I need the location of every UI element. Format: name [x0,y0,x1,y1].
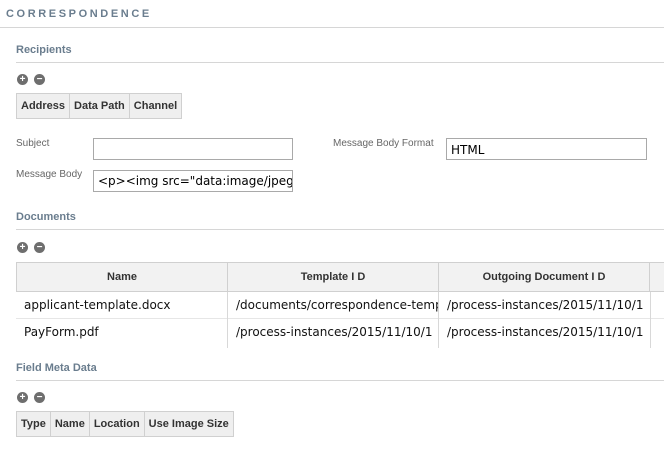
remove-recipient-button[interactable]: − [34,74,45,85]
minus-icon: − [36,74,43,85]
column-divider [438,292,439,348]
add-field-meta-button[interactable]: + [17,392,28,403]
recipients-col-data-path[interactable]: Data Path [69,93,130,119]
template-id-cell[interactable]: /documents/correspondence-temp [228,292,439,318]
field-meta-header-row: Type Name Location Use Image Size [16,411,234,437]
documents-divider [16,229,664,230]
message-body-input[interactable]: <p><img src="data:image/jpeg;l [93,170,293,192]
document-name-cell[interactable]: applicant-template.docx [16,292,228,318]
documents-section-title: Documents [16,211,76,223]
plus-icon: + [19,74,26,85]
documents-header-row: Name Template I D Outgoing Document I D [16,262,664,292]
table-row[interactable]: PayForm.pdf /process-instances/2015/11/1… [16,319,664,345]
field-meta-col-type[interactable]: Type [16,411,51,437]
plus-icon: + [19,392,26,403]
field-meta-section-title: Field Meta Data [16,362,97,374]
recipients-header-row: Address Data Path Channel [15,93,183,119]
minus-icon: − [36,392,43,403]
minus-icon: − [36,242,43,253]
documents-col-name[interactable]: Name [16,263,228,291]
template-id-cell[interactable]: /process-instances/2015/11/10/11 [228,319,432,345]
message-body-label: Message Body [16,169,83,180]
column-divider [650,292,651,348]
field-meta-table: Type Name Location Use Image Size [16,411,234,437]
documents-col-outgoing-document-id[interactable]: Outgoing Document I D [439,263,650,291]
subject-input[interactable] [93,138,293,160]
message-body-format-label: Message Body Format [333,138,434,149]
recipients-col-channel[interactable]: Channel [128,93,183,119]
message-body-format-input[interactable]: HTML [446,138,647,160]
outgoing-document-id-cell[interactable]: /process-instances/2015/11/10/11 [439,292,643,318]
documents-col-template-id[interactable]: Template I D [228,263,439,291]
recipients-section-title: Recipients [16,44,72,56]
add-document-button[interactable]: + [17,242,28,253]
title-divider [0,27,664,28]
add-recipient-button[interactable]: + [17,74,28,85]
documents-table-body: applicant-template.docx /documents/corre… [16,292,664,345]
remove-document-button[interactable]: − [34,242,45,253]
recipients-col-address[interactable]: Address [15,93,71,119]
field-meta-divider [16,380,664,381]
table-row[interactable]: applicant-template.docx /documents/corre… [16,292,664,318]
remove-field-meta-button[interactable]: − [34,392,45,403]
field-meta-col-use-image-size[interactable]: Use Image Size [143,411,234,437]
field-meta-col-name[interactable]: Name [49,411,90,437]
subject-label: Subject [16,138,50,149]
recipients-table: Address Data Path Channel [15,93,183,119]
column-divider [227,292,228,348]
document-name-cell[interactable]: PayForm.pdf [16,319,222,345]
outgoing-document-id-cell[interactable]: /process-instances/2015/11/10/11 [439,319,643,345]
plus-icon: + [19,242,26,253]
recipients-divider [16,62,664,63]
field-meta-col-location[interactable]: Location [88,411,145,437]
page-title: CORRESPONDENCE [6,8,152,20]
